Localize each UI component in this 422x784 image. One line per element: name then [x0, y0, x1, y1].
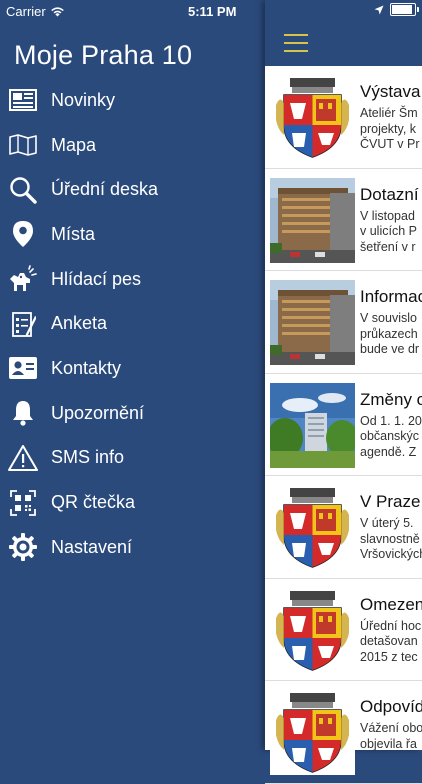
menu-list: Novinky Mapa Úřední deska Místa Hlídací …: [0, 78, 265, 570]
clock: 5:11 PM: [188, 4, 237, 19]
park-photo: [270, 383, 355, 468]
menu-item-label: Mapa: [51, 134, 97, 155]
menu-item-label: Kontakty: [51, 357, 122, 378]
news-title: Omezen: [360, 594, 422, 614]
wifi-icon: [50, 7, 64, 17]
news-text: V úterý 5. slavnostně Vršovických: [360, 516, 422, 561]
news-item[interactable]: Výstava Ateliér Šm projekty, k ČVUT v Pr: [265, 66, 422, 169]
coat-of-arms-icon: [270, 75, 355, 160]
coat-of-arms-icon: [270, 588, 355, 673]
menu-item-mapa[interactable]: Mapa: [0, 123, 265, 168]
news-title: Dotazní: [360, 184, 419, 204]
battery-icon: [390, 3, 419, 16]
menu-item-label: Novinky: [51, 89, 116, 110]
news-text: V souvislo průkazech bude ve dr: [360, 311, 420, 356]
carrier-label: Carrier: [6, 4, 46, 19]
menu-item-anketa[interactable]: Anketa: [0, 301, 265, 346]
news-title: Změny o: [360, 389, 422, 409]
menu-item-label: Úřední deska: [51, 179, 159, 200]
bell-icon: [8, 398, 38, 428]
coat-of-arms-icon: [270, 690, 355, 775]
news-text: Od 1. 1. 20 občanskýc agendě. Z: [360, 413, 422, 459]
carrier: Carrier: [6, 4, 65, 19]
hamburger-menu-icon[interactable]: [284, 34, 308, 52]
news-text: V listopad v ulicích P šetření v r: [360, 208, 417, 254]
news-text: Úřední hoc detašovan 2015 z tec: [360, 618, 422, 664]
news-item[interactable]: V Praze V úterý 5. slavnostně Vršovickýc…: [265, 476, 422, 579]
news-title: Odpovíd: [360, 697, 422, 716]
qr-code-icon: [8, 488, 38, 518]
contact-card-icon: [8, 353, 38, 383]
news-text: Vážení obo objevila řa: [360, 721, 422, 751]
menu-item-uredni-deska[interactable]: Úřední deska: [0, 167, 265, 212]
location-arrow-icon: [374, 5, 384, 14]
watchdog-icon: [8, 264, 38, 294]
menu-item-qr-ctecka[interactable]: QR čtečka: [0, 480, 265, 525]
menu-item-label: Upozornění: [51, 402, 145, 423]
gear-icon: [8, 532, 38, 562]
menu-item-kontakty[interactable]: Kontakty: [0, 346, 265, 391]
menu-item-label: Nastavení: [51, 536, 133, 557]
news-title: Výstava: [360, 82, 421, 101]
menu-item-hlidaci-pes[interactable]: Hlídací pes: [0, 257, 265, 302]
coat-of-arms-icon: [270, 485, 355, 570]
news-title: Informac: [360, 287, 422, 306]
warning-icon: [8, 443, 38, 473]
news-item[interactable]: Odpovíd Vážení obo objevila řa: [265, 681, 422, 784]
news-text: Ateliér Šm projekty, k ČVUT v Pr: [360, 106, 420, 151]
location-pin-icon: [8, 219, 38, 249]
side-menu: Moje Praha 10 Novinky Mapa Úřední deska …: [0, 0, 265, 750]
newspaper-icon: [8, 85, 38, 115]
menu-item-label: Anketa: [51, 313, 108, 334]
menu-item-label: Místa: [51, 223, 96, 244]
news-item[interactable]: Omezen Úřední hoc detašovan 2015 z tec: [265, 579, 422, 681]
survey-icon: [8, 309, 38, 339]
status-bar: Carrier 5:11 PM: [0, 0, 422, 22]
news-item[interactable]: Změny o Od 1. 1. 20 občanskýc agendě. Z: [265, 374, 422, 476]
menu-item-label: Hlídací pes: [51, 268, 142, 289]
menu-item-label: SMS info: [51, 447, 125, 468]
building-photo: [270, 280, 355, 365]
menu-item-label: QR čtečka: [51, 492, 136, 513]
news-item[interactable]: Informac V souvislo průkazech bude ve dr: [265, 271, 422, 374]
app-title: Moje Praha 10: [14, 40, 193, 70]
menu-item-upozorneni[interactable]: Upozornění: [0, 391, 265, 436]
news-title: V Praze: [360, 492, 421, 511]
status-right: [374, 3, 419, 16]
menu-item-sms-info[interactable]: SMS info: [0, 436, 265, 481]
news-list: Výstava Ateliér Šm projekty, k ČVUT v Pr…: [265, 66, 422, 784]
map-icon: [8, 130, 38, 160]
news-item[interactable]: Dotazní V listopad v ulicích P šetření v…: [265, 169, 422, 271]
menu-item-mista[interactable]: Místa: [0, 212, 265, 257]
menu-item-novinky[interactable]: Novinky: [0, 78, 265, 123]
search-icon: [8, 175, 38, 205]
building-photo: [270, 178, 355, 263]
main-content-panel[interactable]: Výstava Ateliér Šm projekty, k ČVUT v Pr…: [265, 0, 422, 784]
menu-item-nastaveni[interactable]: Nastavení: [0, 525, 265, 570]
